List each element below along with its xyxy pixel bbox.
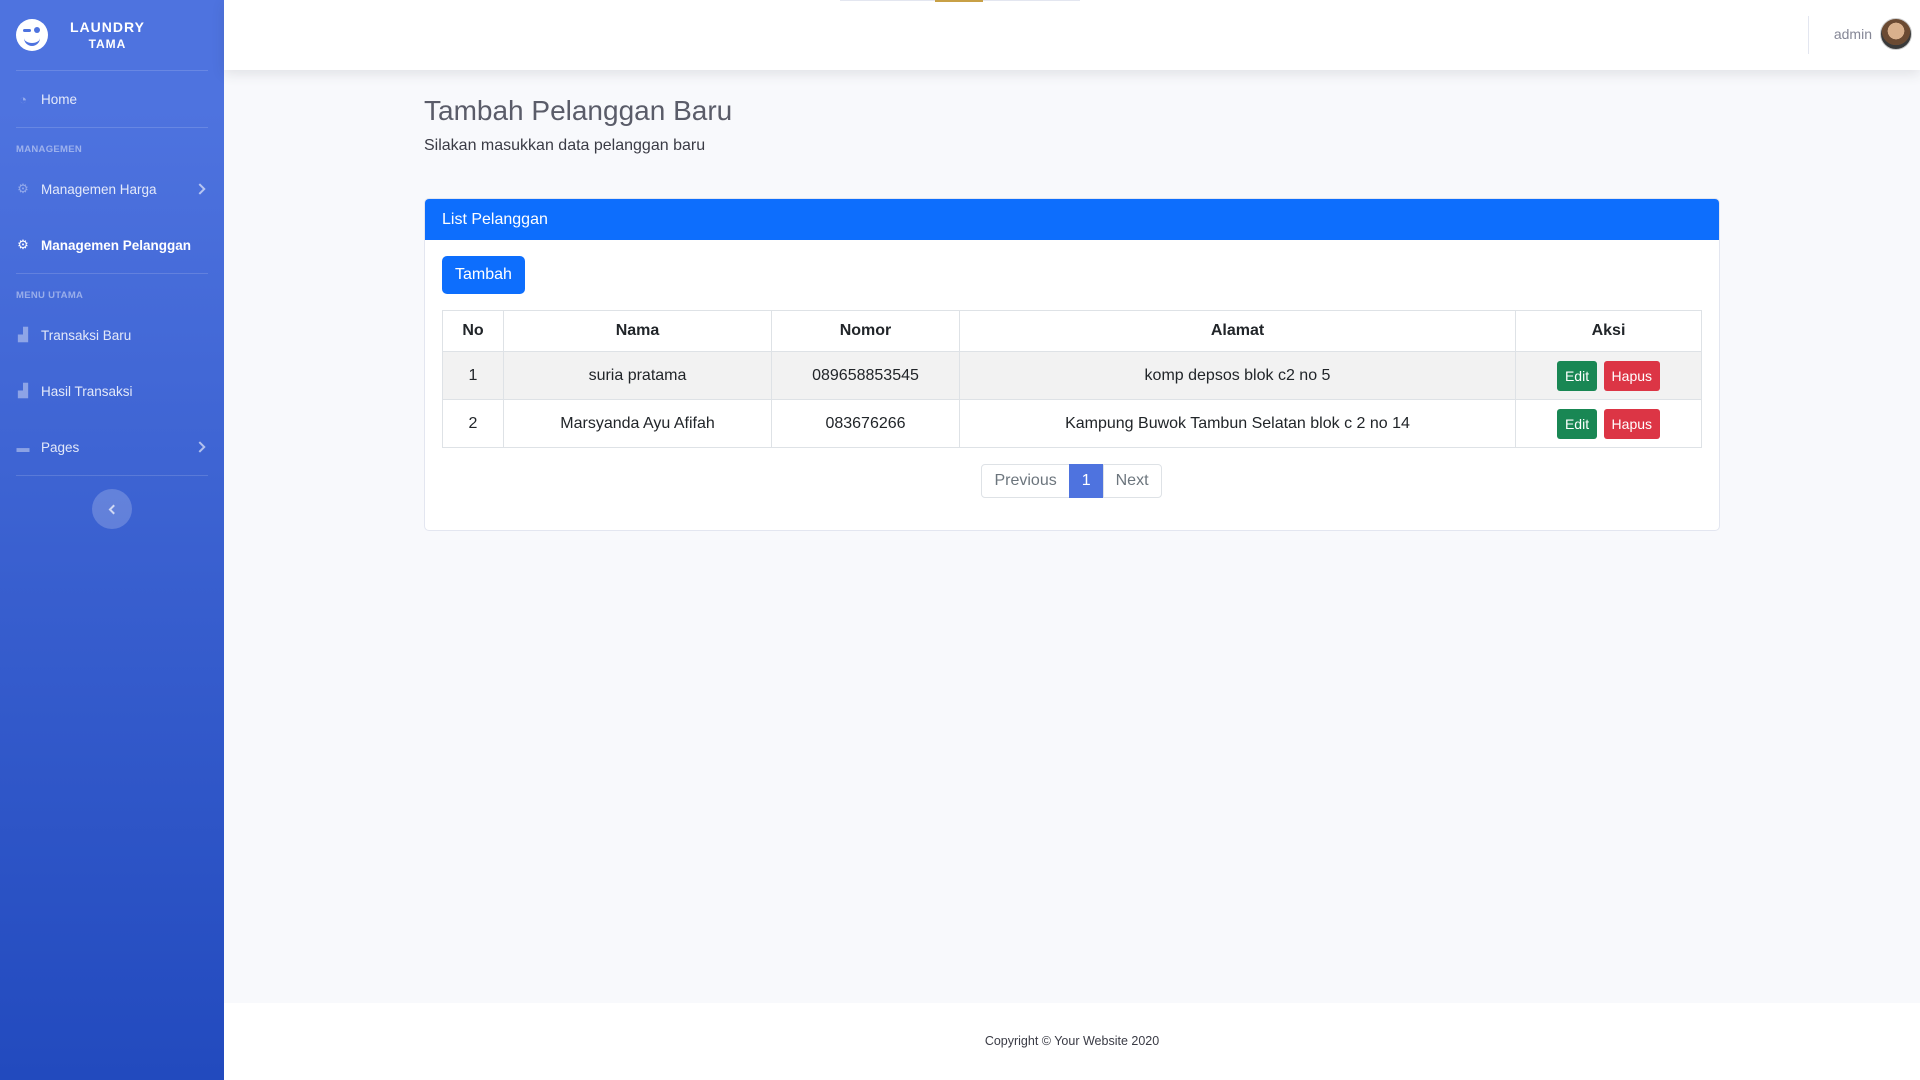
column-header-alamat: Alamat: [959, 310, 1516, 352]
column-header-no: No: [442, 310, 504, 352]
sidebar-heading-manage: MANAGEMEN: [16, 144, 83, 155]
delete-button[interactable]: Hapus: [1603, 360, 1661, 391]
pagination-page-1[interactable]: 1: [1068, 464, 1104, 498]
edit-button[interactable]: Edit: [1556, 360, 1598, 391]
cell-nama: Marsyanda Ayu Afifah: [503, 399, 772, 448]
sidebar-item-pages[interactable]: ▬ Pages: [0, 419, 224, 475]
pagination: Previous 1 Next: [442, 464, 1702, 498]
table-header-row: No Nama Nomor Alamat Aksi: [442, 310, 1702, 352]
sidebar-item-new-transaction[interactable]: ▟ Transaksi Baru: [0, 307, 224, 363]
pagination-previous[interactable]: Previous: [981, 464, 1070, 498]
brand[interactable]: LAUNDRY TAMA: [0, 0, 224, 70]
chevron-right-icon: [194, 441, 206, 453]
cell-alamat: Kampung Buwok Tambun Selatan blok c 2 no…: [959, 399, 1516, 448]
cell-nama: suria pratama: [503, 351, 772, 400]
brand-line2: TAMA: [88, 37, 127, 51]
column-header-aksi: Aksi: [1515, 310, 1702, 352]
main-content: Tambah Pelanggan Baru Silakan masukkan d…: [424, 70, 1720, 531]
sidebar-item-label: Home: [41, 91, 78, 107]
add-customer-button[interactable]: Tambah: [442, 256, 525, 294]
sidebar-heading-main: MENU UTAMA: [16, 290, 84, 301]
cog-icon: ⚙: [17, 181, 29, 196]
delete-button[interactable]: Hapus: [1603, 408, 1661, 439]
sidebar-item-label: Hasil Transaksi: [41, 383, 133, 399]
topbar-divider: [1808, 16, 1809, 54]
cell-nomor: 089658853545: [771, 351, 960, 400]
sidebar: LAUNDRY TAMA ◔ Home MANAGEMEN ⚙ Manageme…: [0, 0, 224, 1080]
cell-alamat: komp depsos blok c2 no 5: [959, 351, 1516, 400]
sidebar-item-label: Managemen Pelanggan: [41, 237, 192, 253]
sidebar-item-home[interactable]: ◔ Home: [0, 71, 224, 127]
card-header: List Pelanggan: [425, 199, 1719, 240]
sidebar-item-transaction-results[interactable]: ▟ Hasil Transaksi: [0, 363, 224, 419]
sidebar-item-manage-customer[interactable]: ⚙ Managemen Pelanggan: [0, 217, 224, 273]
brand-text: LAUNDRY TAMA: [70, 19, 145, 51]
cog-icon: ⚙: [17, 237, 29, 252]
customer-table: No Nama Nomor Alamat Aksi 1 suria pratam…: [442, 310, 1702, 448]
brand-line1: LAUNDRY: [70, 19, 145, 35]
table-row: 1 suria pratama 089658853545 komp depsos…: [442, 351, 1702, 400]
dashboard-icon: ◔: [19, 91, 27, 107]
cell-nomor: 083676266: [771, 399, 960, 448]
user-name: admin: [1833, 26, 1872, 42]
page-subtitle: Silakan masukkan data pelanggan baru: [424, 137, 706, 154]
folder-icon: ▬: [16, 439, 30, 455]
topbar: admin: [224, 0, 1920, 70]
avatar: [1880, 18, 1912, 50]
cell-aksi: Edit Hapus: [1515, 399, 1702, 448]
sidebar-item-label: Managemen Harga: [41, 181, 157, 197]
chevron-left-icon: [108, 504, 119, 514]
cell-no: 1: [442, 351, 504, 400]
edit-button[interactable]: Edit: [1556, 408, 1598, 439]
sidebar-item-label: Pages: [41, 439, 80, 455]
user-dropdown[interactable]: admin: [1834, 18, 1912, 50]
customer-list-card: List Pelanggan Tambah No Nama Nomor Alam…: [424, 198, 1720, 531]
topbar-marker: [935, 0, 983, 2]
cell-aksi: Edit Hapus: [1515, 351, 1702, 400]
table-row: 2 Marsyanda Ayu Afifah 083676266 Kampung…: [442, 399, 1702, 448]
chart-area-icon: ▟: [18, 383, 28, 398]
sidebar-item-manage-price[interactable]: ⚙ Managemen Harga: [0, 161, 224, 217]
sidebar-toggle-button[interactable]: [92, 489, 132, 529]
page-title: Tambah Pelanggan Baru: [424, 95, 733, 126]
column-header-nomor: Nomor: [771, 310, 960, 352]
cell-no: 2: [442, 399, 504, 448]
sidebar-divider: [16, 475, 208, 476]
chart-area-icon: ▟: [18, 327, 28, 342]
chevron-right-icon: [194, 183, 206, 195]
laugh-wink-icon: [16, 19, 48, 51]
copyright-text: Copyright © Your Website 2020: [984, 1034, 1160, 1048]
card-body: Tambah No Nama Nomor Alamat Aksi 1 suria…: [425, 240, 1719, 514]
sidebar-item-label: Transaksi Baru: [41, 327, 132, 343]
footer: Copyright © Your Website 2020: [224, 1003, 1920, 1080]
column-header-nama: Nama: [503, 310, 772, 352]
pagination-next[interactable]: Next: [1102, 464, 1162, 498]
